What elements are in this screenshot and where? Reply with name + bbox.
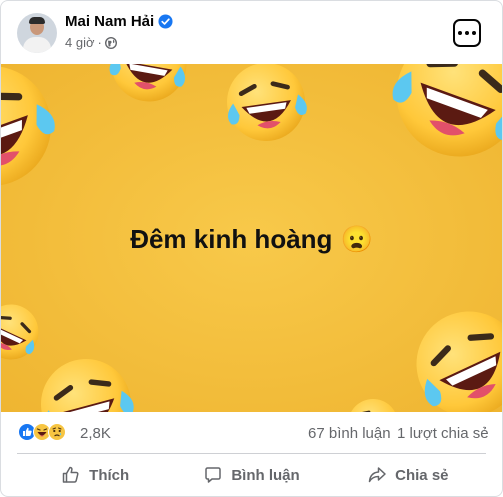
- more-options-icon[interactable]: [453, 19, 481, 47]
- caption-text: Đêm kinh hoàng: [130, 224, 333, 254]
- post-time[interactable]: 4 giờ: [65, 35, 95, 50]
- author-name[interactable]: Mai Nam Hải: [65, 13, 154, 30]
- verified-badge-icon: [158, 14, 173, 29]
- post-card: Mai Nam Hải 4 giờ · Đêm kinh hoàng 😦 2,8…: [0, 0, 503, 497]
- comment-count[interactable]: 67 bình luận: [308, 425, 391, 442]
- like-label: Thích: [89, 466, 130, 484]
- post-caption: Đêm kinh hoàng 😦: [1, 224, 502, 255]
- reaction-count[interactable]: 2,8K: [80, 425, 111, 442]
- thumbs-up-icon: [62, 466, 79, 483]
- like-button[interactable]: Thích: [17, 457, 173, 493]
- post-header: Mai Nam Hải 4 giờ ·: [1, 1, 502, 63]
- reaction-summary: 2,8K 67 bình luận 1 lượt chia sẻ: [1, 417, 502, 451]
- actions-divider: [17, 453, 486, 454]
- share-arrow-icon: [368, 467, 386, 483]
- share-label: Chia sẻ: [395, 466, 449, 484]
- comment-bubble-icon: [205, 467, 222, 483]
- meta-separator: ·: [97, 35, 102, 50]
- comment-label: Bình luận: [231, 466, 300, 484]
- post-actions: Thích Bình luận Chia sẻ: [17, 457, 486, 493]
- avatar[interactable]: [17, 13, 57, 53]
- share-button[interactable]: Chia sẻ: [330, 457, 486, 493]
- comment-button[interactable]: Bình luận: [173, 457, 329, 493]
- post-image[interactable]: Đêm kinh hoàng 😦: [1, 64, 502, 412]
- reaction-icons[interactable]: [18, 423, 66, 441]
- frowning-emoji-icon: 😦: [340, 224, 373, 254]
- share-count[interactable]: 1 lượt chia sẻ: [397, 425, 489, 442]
- sad-reaction-icon: [48, 423, 66, 441]
- globe-icon: [104, 36, 117, 49]
